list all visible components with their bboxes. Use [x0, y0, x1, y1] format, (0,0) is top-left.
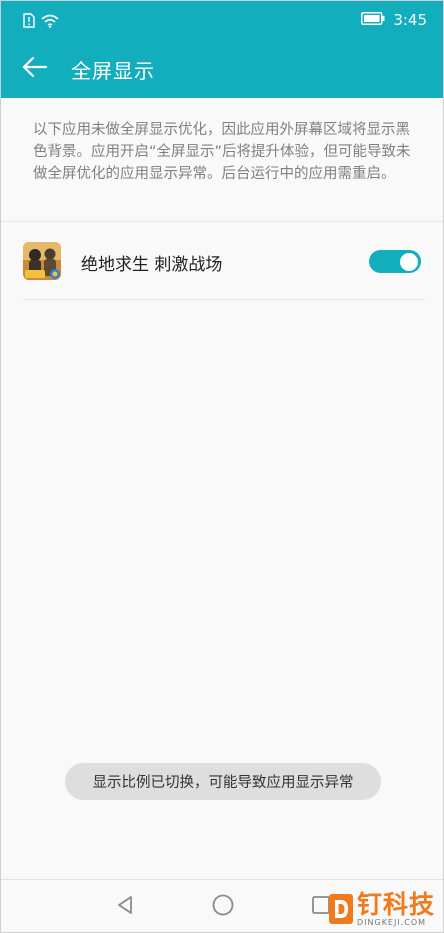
home-circle-icon [211, 893, 235, 921]
watermark-text-en: DINGKEJI.COM [356, 917, 427, 927]
watermark-text: 钉科技 DINGKEJI.COM [357, 892, 435, 927]
toast-message: 显示比例已切换，可能导致应用显示异常 [65, 763, 381, 800]
back-triangle-icon [114, 894, 136, 920]
watermark-text-cn: 钉科技 [356, 889, 435, 919]
app-name: 绝地求生 刺激战场 [81, 255, 223, 275]
battery-icon [361, 11, 385, 29]
back-button[interactable] [19, 53, 51, 85]
app-header: 全屏显示 [1, 41, 443, 98]
arrow-left-icon [22, 56, 48, 82]
screen: 3:45 全屏显示 以下应用未做全屏显示优化，因此应用外屏幕区域将显示黑色背景。… [0, 0, 444, 933]
status-left [23, 13, 59, 32]
status-time: 3:45 [393, 11, 427, 29]
watermark-logo: 钉科技 DINGKEJI.COM [328, 887, 435, 931]
page-title: 全屏显示 [71, 59, 155, 83]
wifi-icon [41, 13, 59, 32]
nav-home-button[interactable] [210, 894, 236, 920]
toggle-knob [400, 252, 418, 271]
description-text: 以下应用未做全屏显示优化，因此应用外屏幕区域将显示黑色背景。应用开启“全屏显示”… [33, 122, 411, 182]
fullscreen-toggle[interactable] [369, 250, 421, 273]
game-app-icon [23, 242, 61, 280]
status-right: 3:45 [361, 11, 427, 29]
nav-back-button[interactable] [112, 894, 138, 920]
sim-alert-icon [23, 13, 35, 32]
watermark-d-icon [328, 894, 353, 924]
list-item-app: 绝地求生 刺激战场 [23, 223, 425, 300]
status-bar: 3:45 [1, 1, 443, 41]
divider [1, 221, 443, 222]
